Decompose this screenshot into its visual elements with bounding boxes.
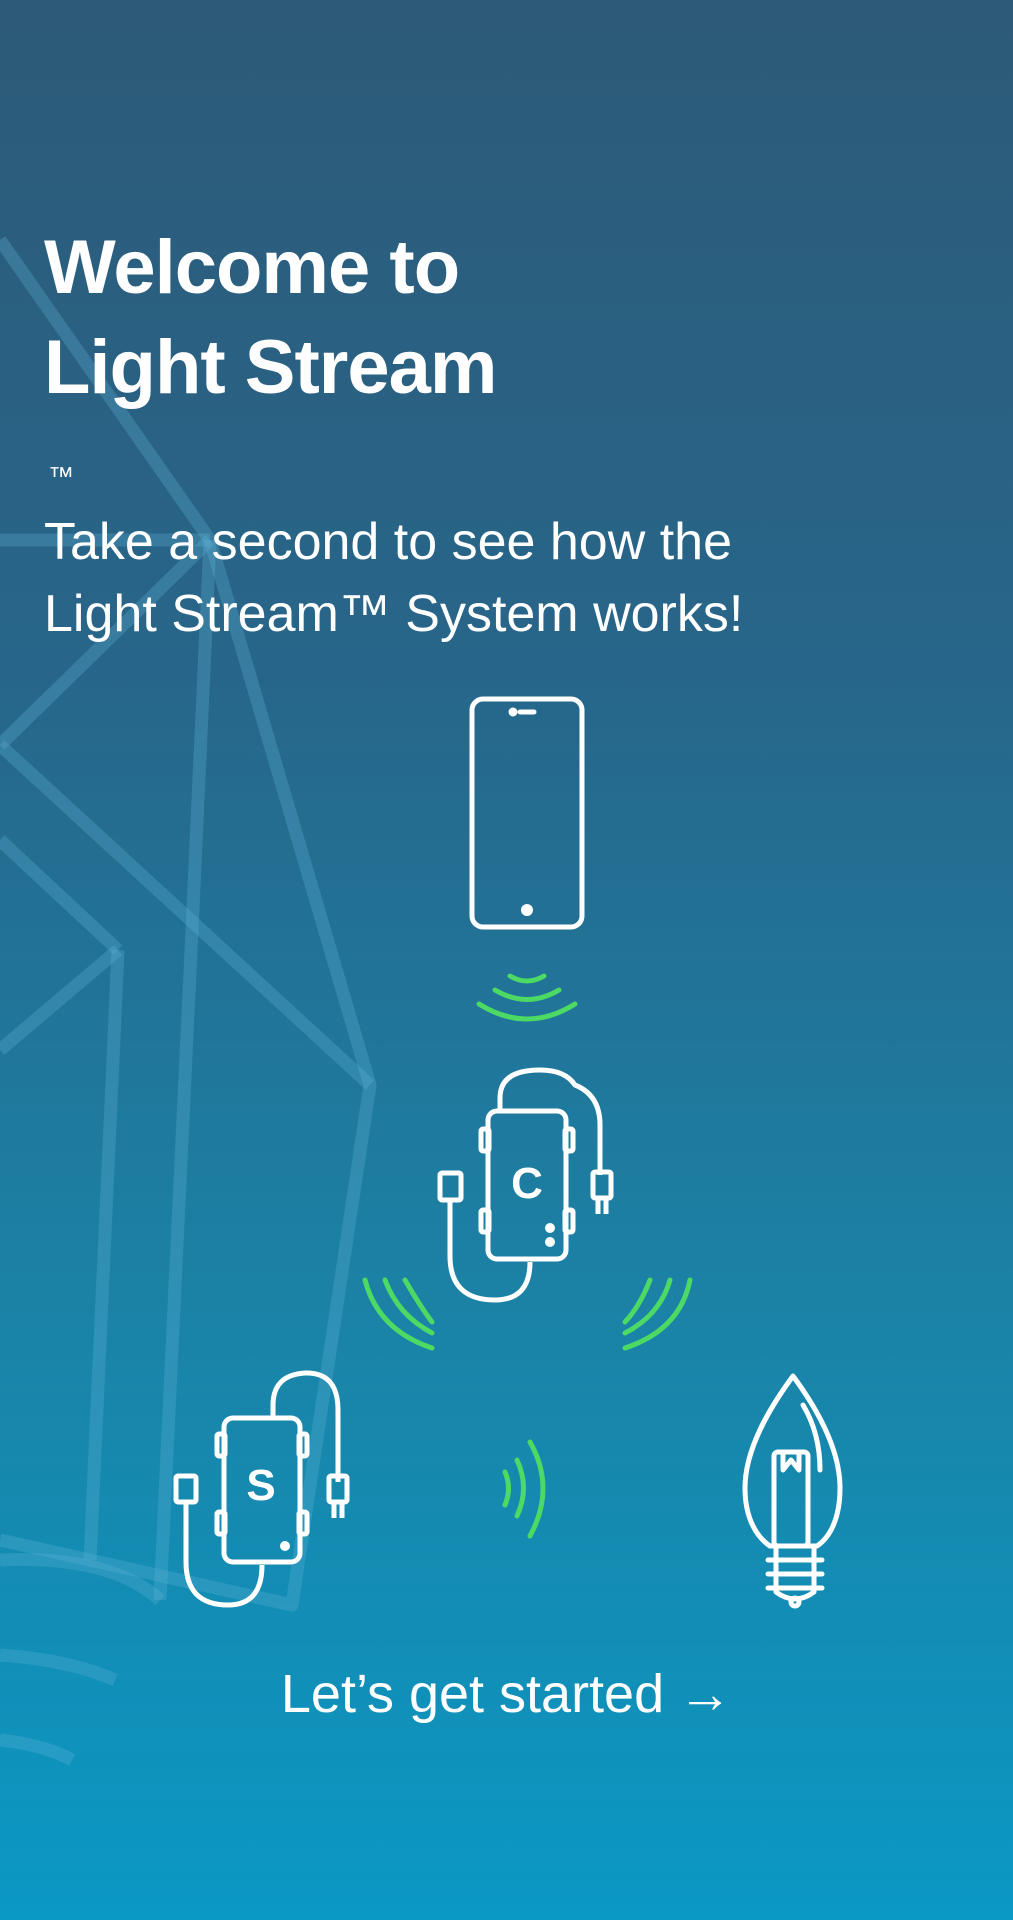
- get-started-button[interactable]: Let’s get started →: [0, 1656, 1013, 1732]
- system-diagram: C S: [173, 696, 843, 1609]
- wireless-signal-icon: [362, 1277, 693, 1351]
- title-brand: Light Stream: [44, 325, 497, 410]
- subtitle-line-1: Take a second to see how the: [44, 513, 733, 571]
- welcome-title: Welcome to Light Stream ™: [44, 218, 497, 518]
- title-line-2: Light Stream ™: [44, 318, 497, 518]
- subtitle-line-2: Light Stream™ System works!: [44, 585, 744, 643]
- satellite-letter: S: [246, 1461, 275, 1510]
- get-started-label: Let’s get started: [280, 1664, 665, 1724]
- controller-letter: C: [511, 1159, 543, 1208]
- wireless-signal-icon: [476, 973, 578, 1022]
- title-line-1: Welcome to: [44, 225, 460, 310]
- smartphone-icon: [469, 696, 585, 930]
- wireless-signal-icon: [502, 1439, 546, 1539]
- welcome-subtitle: Take a second to see how the Light Strea…: [44, 506, 743, 650]
- arrow-right-icon: →: [678, 1664, 733, 1724]
- bulb-icon: [742, 1373, 843, 1609]
